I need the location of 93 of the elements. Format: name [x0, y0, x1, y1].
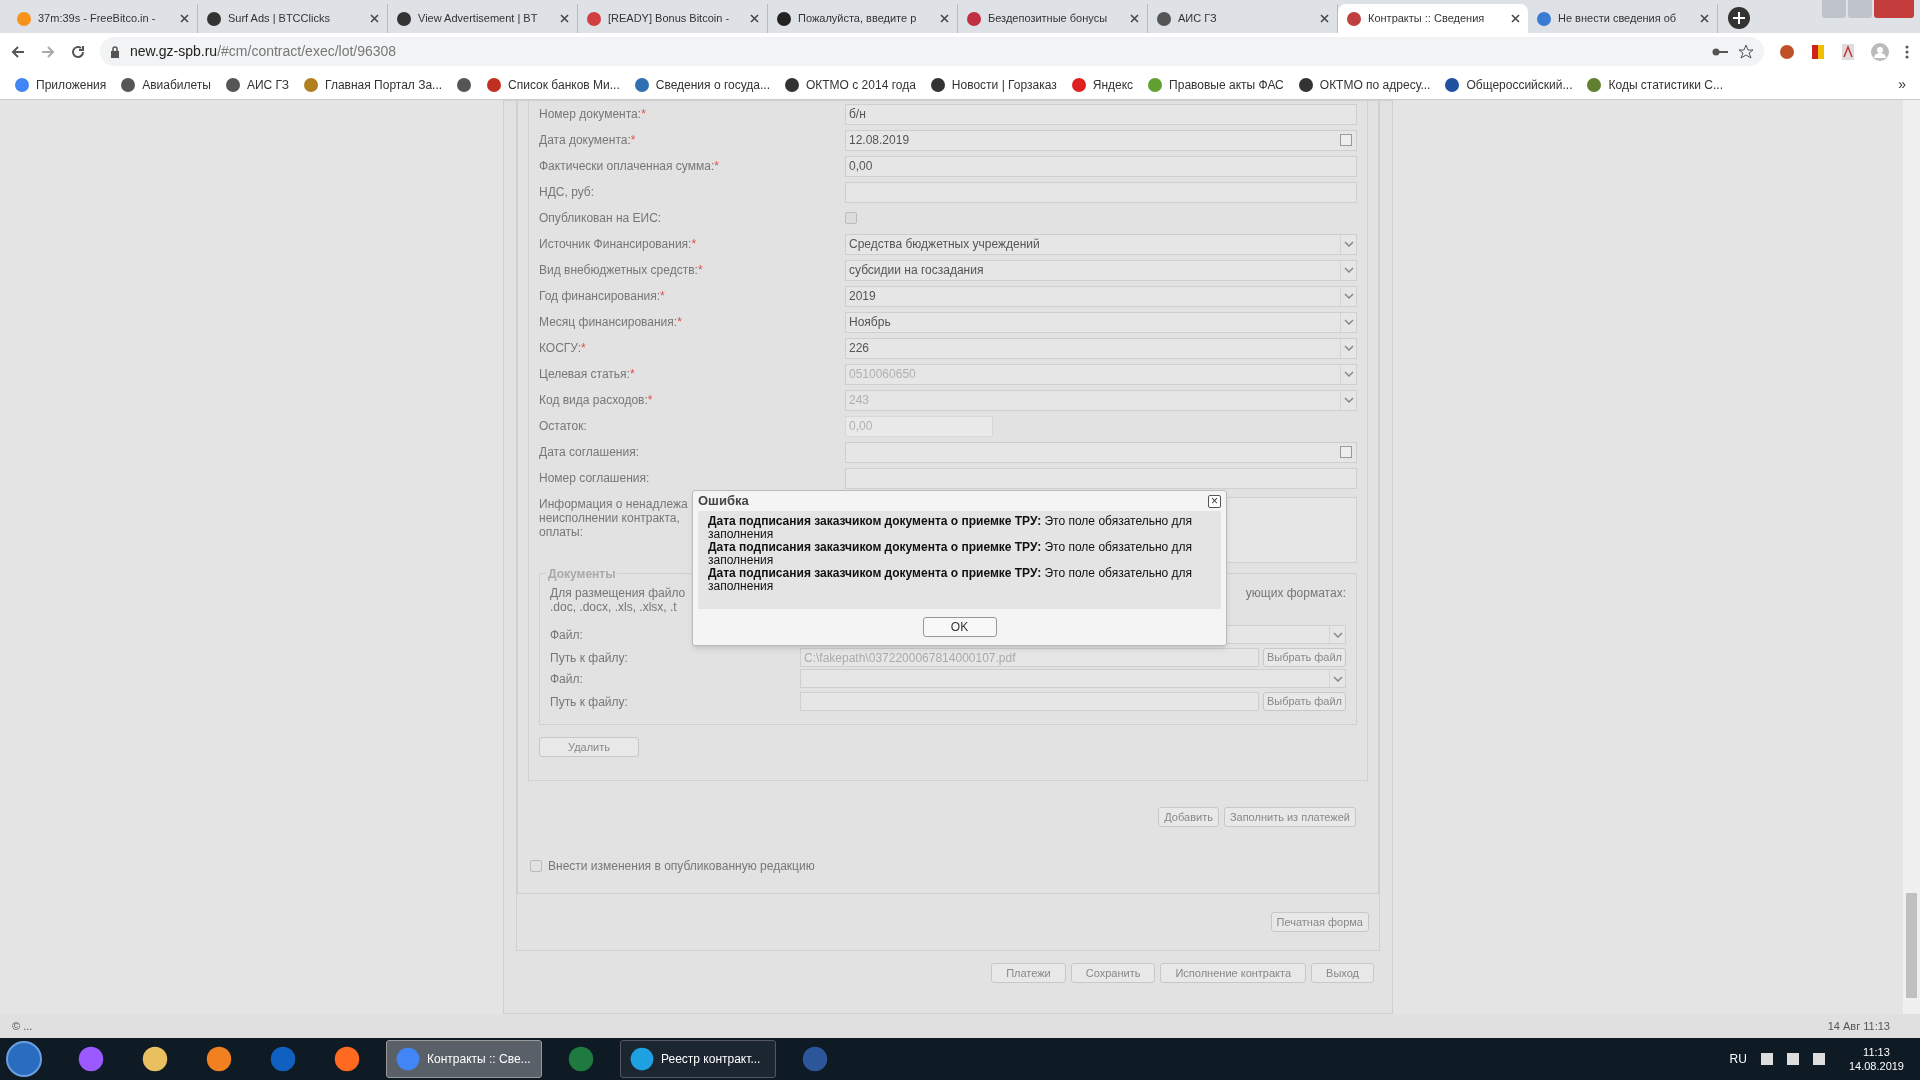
bookmark[interactable]: Новости | Горзаказ: [951, 75, 1057, 94]
field-label: Путь к файлу:: [550, 693, 629, 711]
bookmark[interactable]: Правовые акты ФАС: [1169, 75, 1284, 94]
field-label: Дата документа:*: [539, 132, 636, 149]
status-time: 14 Авг 11:13: [1827, 1018, 1890, 1034]
select-field[interactable]: [800, 669, 1346, 688]
app-icon[interactable]: [333, 1045, 361, 1073]
start-button[interactable]: [6, 1041, 42, 1077]
caret-icon[interactable]: [1343, 241, 1354, 247]
scrollbar[interactable]: [1903, 100, 1920, 1014]
field-label: оплаты:: [539, 525, 584, 539]
field-label: Код вида расходов:*: [539, 392, 653, 409]
select-field[interactable]: Ноябрь: [845, 311, 1357, 333]
app-icon[interactable]: [205, 1045, 233, 1073]
browser-tab[interactable]: Контракты :: Сведения: [1338, 4, 1528, 33]
select-field[interactable]: субсидии на госзадания: [845, 259, 1357, 281]
more-bookmarks-icon[interactable]: »: [1898, 74, 1906, 95]
calendar-icon[interactable]: [1340, 134, 1352, 146]
field-label: Фактически оплаченная сумма:*: [539, 158, 719, 175]
checkbox[interactable]: [530, 859, 542, 872]
field-label: Файл:: [550, 626, 584, 644]
note-text: ующих форматах:: [1245, 586, 1346, 600]
calendar-icon[interactable]: [1340, 446, 1352, 458]
field-label: Номер соглашения:: [539, 470, 650, 487]
field-label: КОСГУ:*: [539, 340, 586, 357]
field-label: Опубликован на ЕИС:: [539, 210, 662, 227]
language-indicator[interactable]: RU: [1729, 1050, 1747, 1068]
field-label: Дата соглашения:: [539, 444, 639, 461]
clock-time[interactable]: 11:13: [1863, 1045, 1890, 1059]
error-message: Дата подписания заказчиком документа о приемке ТРУ: Это поле обязательно для заполнения: [708, 515, 1194, 541]
url-text: new.gz-spb.ru/#cm/contract/exec/lot/96308: [130, 42, 397, 61]
lock-icon: [110, 45, 120, 58]
field-label: Месяц финансирования:*: [539, 314, 682, 331]
caret-icon[interactable]: [1343, 345, 1354, 351]
caret-icon[interactable]: [1332, 675, 1343, 682]
bookmark[interactable]: Авиабилеты: [142, 75, 211, 94]
field-label: Номер документа:*: [539, 106, 646, 123]
bookmark[interactable]: Сведения о госуда...: [655, 75, 770, 94]
error-message: Дата подписания заказчиком документа о приемке ТРУ: Это поле обязательно для заполнения: [708, 541, 1194, 567]
field-label: Целевая статья:*: [539, 366, 635, 383]
bookmark-icon[interactable]: [456, 76, 473, 93]
field-label: Вид внебюджетных средств:*: [539, 262, 703, 279]
status-text: © ...: [12, 1018, 33, 1034]
bookmark[interactable]: АИС ГЗ: [246, 75, 290, 94]
field-label: Источник Финансирования:*: [539, 236, 697, 253]
select-field[interactable]: Средства бюджетных учреждений: [845, 233, 1357, 255]
input-field[interactable]: [845, 467, 1357, 489]
caret-icon[interactable]: [1343, 267, 1354, 273]
field-label: неисполнении контракта,: [539, 511, 680, 525]
select-field[interactable]: 2019: [845, 285, 1357, 307]
address-bar[interactable]: new.gz-spb.ru/#cm/contract/exec/lot/96308: [100, 37, 1764, 66]
bookmark[interactable]: Яндекс: [1092, 75, 1134, 94]
bookmark[interactable]: Коды статистики С...: [1608, 75, 1723, 94]
input-field[interactable]: б/н: [845, 103, 1357, 125]
key-icon[interactable]: [1712, 46, 1728, 57]
menu-icon[interactable]: [1904, 43, 1910, 60]
taskbar-button[interactable]: Реестр контракт...: [620, 1040, 776, 1078]
select-field[interactable]: 226: [845, 337, 1357, 359]
bookmark[interactable]: Общероссийский...: [1466, 75, 1573, 94]
field-label: Остаток:: [539, 418, 587, 435]
error-message: Дата подписания заказчиком документа о приемке ТРУ: Это поле обязательно для заполнения: [708, 567, 1194, 593]
date-field[interactable]: 12.08.2019: [845, 129, 1357, 151]
field-label: Год финансирования:*: [539, 288, 665, 305]
bookmark[interactable]: Список банков Ми...: [508, 75, 620, 94]
field-label: Информация о ненадлежа: [539, 497, 688, 511]
clock-date[interactable]: 14.08.2019: [1848, 1059, 1904, 1073]
star-icon[interactable]: [1738, 43, 1754, 60]
ok-button[interactable]: OK: [922, 617, 997, 637]
bookmark[interactable]: Главная Портал За...: [325, 75, 443, 94]
dialog-title: Ошибка: [698, 492, 749, 511]
note-text: .doc, .docx, .xls, .xlsx, .t: [550, 600, 678, 614]
date-field[interactable]: [845, 441, 1357, 463]
caret-icon[interactable]: [1332, 631, 1343, 638]
note-text: Для размещения файло: [550, 586, 686, 600]
bookmark[interactable]: Приложения: [36, 75, 107, 94]
input-field[interactable]: 0,00: [845, 155, 1357, 177]
caret-icon[interactable]: [1343, 293, 1354, 299]
app-icon[interactable]: [141, 1045, 169, 1073]
close-button[interactable]: ×: [1208, 494, 1221, 508]
taskbar-button[interactable]: Контракты :: Све...: [386, 1040, 542, 1078]
checkbox-label: Внести изменения в опубликованную редакцию: [548, 857, 815, 875]
pdf-icon[interactable]: [1840, 42, 1856, 61]
bookmark[interactable]: ОКТМО с 2014 года: [805, 75, 916, 94]
field-label: Путь к файлу:: [550, 649, 629, 667]
field-label: НДС, руб:: [539, 184, 594, 201]
bookmark[interactable]: ОКТМО по адресу...: [1319, 75, 1431, 94]
new-tab-icon[interactable]: [1728, 7, 1750, 29]
field-label: Файл:: [550, 670, 584, 688]
app-icon[interactable]: [77, 1045, 105, 1073]
extension-icon[interactable]: [1778, 42, 1796, 61]
back-icon[interactable]: [10, 43, 26, 60]
caret-icon[interactable]: [1343, 319, 1354, 325]
reload-icon[interactable]: [70, 43, 86, 60]
